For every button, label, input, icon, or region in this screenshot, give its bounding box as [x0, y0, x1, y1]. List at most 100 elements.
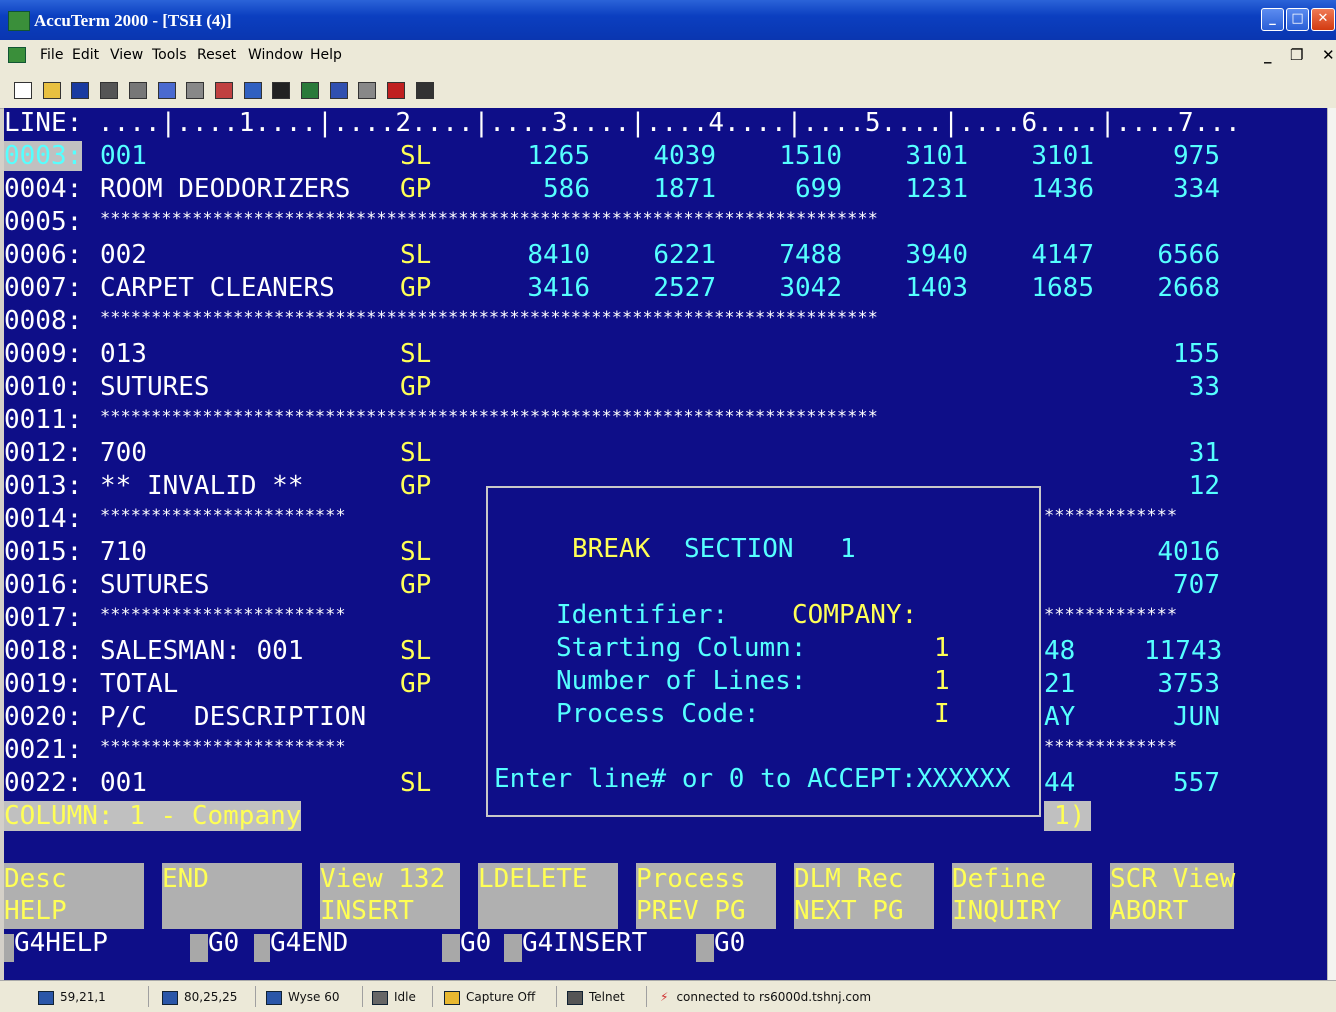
app-icon[interactable]	[8, 11, 30, 31]
function-key-1[interactable]: Desc HELP	[4, 863, 144, 929]
mdi-restore-button[interactable]: ❐	[1290, 46, 1303, 64]
printer-icon	[372, 990, 388, 1005]
line-number: 0017:	[4, 603, 83, 633]
value-cell: 21	[1044, 669, 1076, 699]
keyboard-icon[interactable]	[329, 82, 348, 99]
disconnect-icon[interactable]	[272, 82, 291, 99]
line-number: 0014:	[4, 504, 83, 534]
menu-file[interactable]: File	[40, 47, 63, 63]
open-icon[interactable]	[42, 82, 61, 99]
key-pad-block	[254, 934, 270, 962]
mdi-minimize-button[interactable]: _	[1264, 46, 1272, 64]
status-bar: 59,21,1 80,25,25 Wyse 60 Idle Capture Of…	[0, 980, 1336, 1012]
protocol-status[interactable]: Telnet	[567, 990, 625, 1005]
document-icon[interactable]	[8, 47, 26, 63]
function-key-top-label: SCR View	[1110, 864, 1236, 894]
function-key-3[interactable]: View 132 INSERT	[320, 863, 460, 929]
function-key-bottom-label: HELP	[4, 896, 67, 926]
receive-icon[interactable]	[243, 82, 262, 99]
function-key-8[interactable]: SCR View ABORT	[1110, 863, 1236, 929]
help-icon[interactable]	[415, 82, 434, 99]
value-cell: 8410	[527, 240, 590, 270]
function-key-7[interactable]: Define INQUIRY	[952, 863, 1092, 929]
menu-edit[interactable]: Edit	[72, 47, 99, 63]
separator-stars: ************************	[100, 506, 346, 526]
menu-tools[interactable]: Tools	[152, 47, 187, 63]
g4-help-label: G4HELP	[14, 928, 108, 958]
menu-window[interactable]: Window	[248, 47, 303, 63]
row-description: SUTURES	[100, 570, 210, 600]
function-key-bottom-label: LDELETE	[478, 864, 588, 894]
menu-view[interactable]: View	[110, 47, 143, 63]
key-pad-block	[504, 934, 522, 962]
row-type: GP	[400, 570, 432, 600]
line-number: 0013:	[4, 471, 83, 501]
line-number: 0015:	[4, 537, 83, 567]
line-number: 0018:	[4, 636, 83, 666]
identifier-value: COMPANY:	[792, 600, 918, 630]
save-icon[interactable]	[71, 82, 90, 99]
column-ruler: LINE: ....|....1....|....2....|....3....…	[4, 108, 1241, 138]
window-title: AccuTerm 2000 - [TSH (4)]	[34, 11, 232, 30]
settings-icon[interactable]	[301, 82, 319, 99]
new-icon[interactable]	[14, 82, 32, 99]
row-description: 700	[100, 438, 147, 468]
value-cell: 12	[1188, 471, 1220, 501]
line-number: 0003:	[4, 141, 83, 171]
function-key-bottom-label: NEXT PG	[794, 896, 904, 926]
function-key-6[interactable]: DLM Rec NEXT PG	[794, 863, 934, 929]
function-key-top-label: View 132	[320, 864, 446, 894]
menu-help[interactable]: Help	[310, 47, 342, 63]
mdi-close-button[interactable]: ✕	[1322, 46, 1335, 64]
send-icon[interactable]	[214, 82, 233, 99]
g0-c-label: G0	[714, 928, 746, 958]
value-cell: 3101	[1031, 141, 1094, 171]
capture-icon[interactable]	[128, 82, 147, 99]
value-cell: 155	[1173, 339, 1220, 369]
row-type: GP	[400, 471, 432, 501]
function-key-2[interactable]: END	[162, 863, 302, 929]
row-description: P/C DESCRIPTION	[100, 702, 367, 732]
capture-status[interactable]: Capture Off	[444, 990, 535, 1005]
maximize-button[interactable]: □	[1286, 8, 1309, 31]
copy-icon[interactable]	[157, 82, 176, 99]
row-description: 001	[100, 768, 147, 798]
separator-stars: ****************************************…	[100, 209, 878, 229]
close-button[interactable]: ✕	[1311, 8, 1335, 31]
separator-stars: *************	[1044, 737, 1178, 757]
function-key-4[interactable]: LDELETE	[478, 863, 618, 929]
row-description: ROOM DEODORIZERS	[100, 174, 351, 204]
separator-stars: ************************	[100, 605, 346, 625]
terminal-icon	[266, 990, 282, 1005]
connection-icon: ⚡	[660, 990, 669, 1004]
value-cell: 557	[1173, 768, 1220, 798]
terminal-screen[interactable]: LINE: ....|....1....|....2....|....3....…	[4, 108, 1327, 980]
function-key-5[interactable]: Process PREV PG	[636, 863, 776, 929]
separator-stars: ****************************************…	[100, 407, 878, 427]
screen-size: 80,25,25	[162, 990, 237, 1005]
key-pad-block	[696, 934, 714, 962]
menu-bar: File Edit View Tools Reset Window Help _…	[0, 40, 1336, 70]
function-key-bottom-label: ABORT	[1110, 896, 1189, 926]
line-number: 0007:	[4, 273, 83, 303]
separator-stars: ************************	[100, 737, 346, 757]
menu-reset[interactable]: Reset	[197, 47, 236, 63]
row-type: GP	[400, 174, 432, 204]
macro-icon[interactable]	[358, 82, 377, 99]
function-key-bottom-label: END	[162, 864, 209, 894]
print-icon[interactable]	[100, 82, 119, 99]
screen-icon	[162, 990, 178, 1005]
g0-b-label: G0	[460, 928, 492, 958]
accept-prompt[interactable]: Enter line# or 0 to ACCEPT:XXXXXX	[494, 764, 1011, 794]
value-cell: 6566	[1157, 240, 1220, 270]
value-cell: 4039	[653, 141, 716, 171]
script-icon[interactable]	[387, 82, 406, 99]
emulation-status[interactable]: Wyse 60	[266, 990, 339, 1005]
vertical-scrollbar[interactable]	[1327, 108, 1336, 980]
title-bar[interactable]: AccuTerm 2000 - [TSH (4)] _ □ ✕	[0, 0, 1336, 40]
value-cell: 334	[1173, 174, 1220, 204]
paste-icon[interactable]	[186, 82, 205, 99]
line-number: 0022:	[4, 768, 83, 798]
printer-status[interactable]: Idle	[372, 990, 416, 1005]
minimize-button[interactable]: _	[1261, 8, 1284, 31]
